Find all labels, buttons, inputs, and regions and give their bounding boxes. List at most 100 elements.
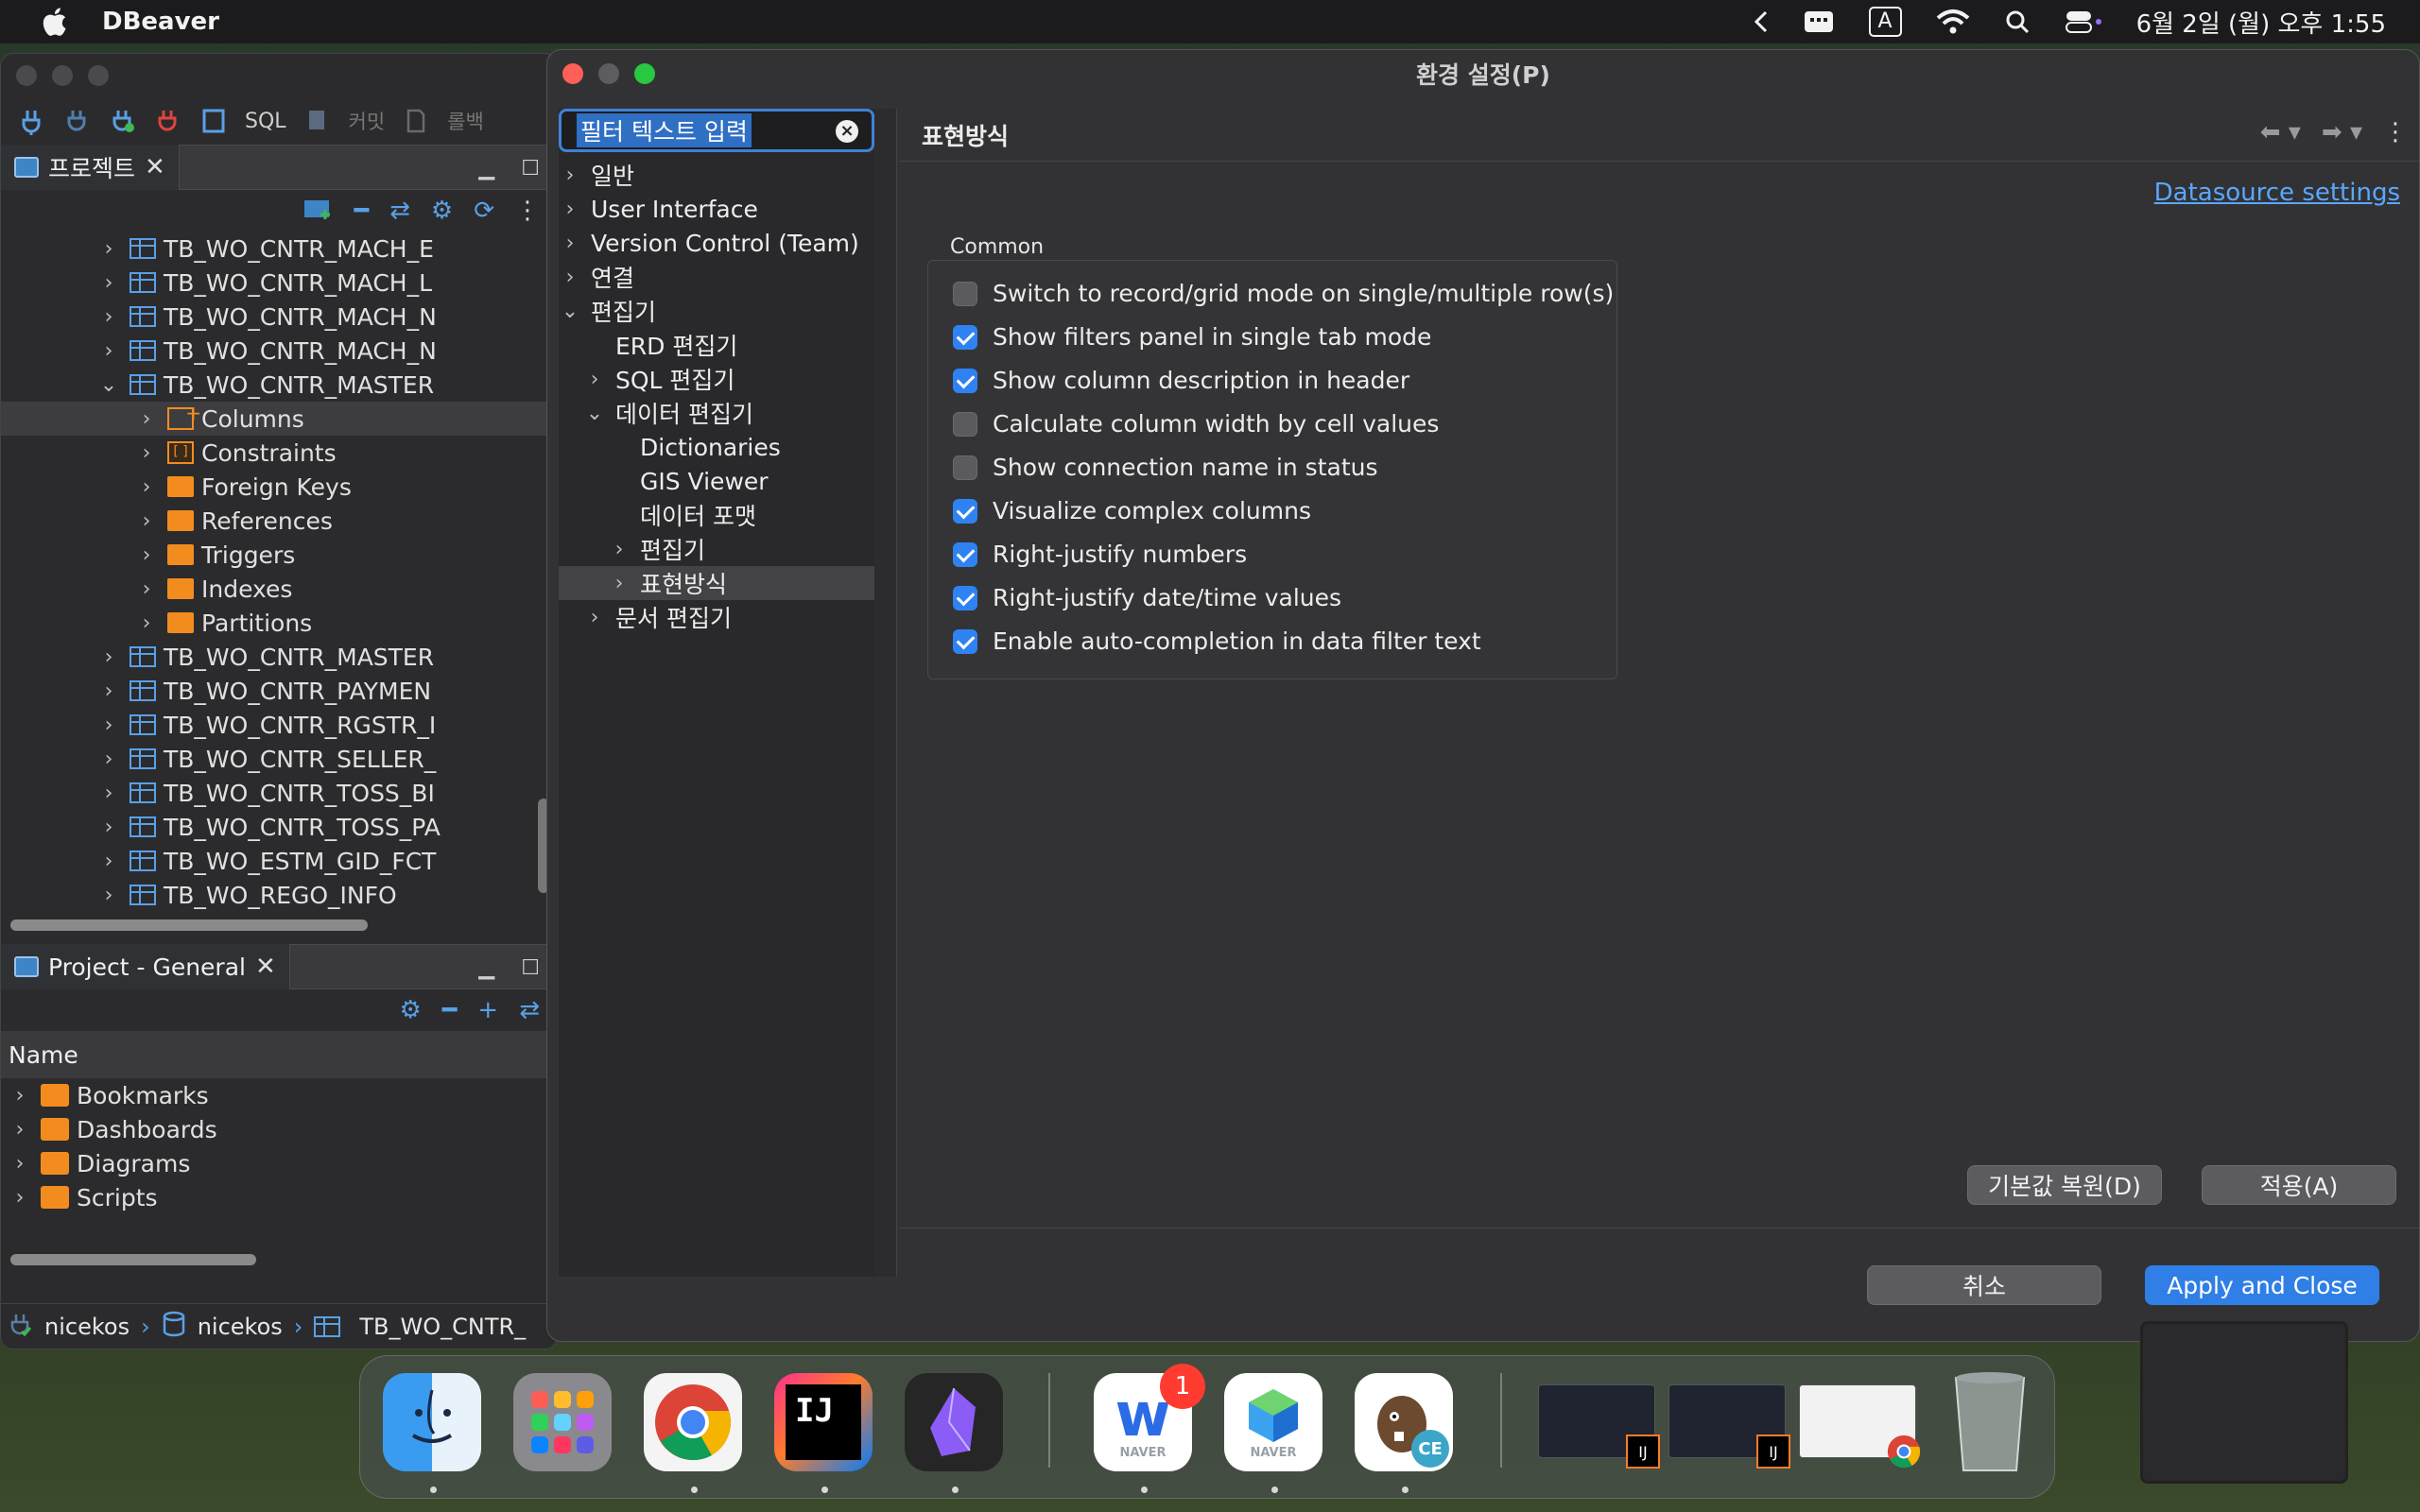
nav-item[interactable]: › 편집기: [559, 532, 874, 566]
option-label[interactable]: Right-justify numbers: [993, 541, 1247, 568]
chevron-down-icon[interactable]: ⌄: [559, 300, 581, 323]
option-row[interactable]: Show filters panel in single tab mode: [953, 323, 1431, 351]
chevron-right-icon[interactable]: ›: [99, 713, 118, 737]
back-arrow-icon[interactable]: ⬅ ▾: [2260, 118, 2301, 146]
tree-horizontal-scrollbar[interactable]: [1, 912, 557, 936]
tree-item[interactable]: › References: [1, 504, 557, 538]
cancel-button[interactable]: 취소: [1867, 1265, 2101, 1305]
tree-item[interactable]: ⌄ TB_WO_CNTR_MASTER: [1, 368, 557, 402]
clear-filter-icon[interactable]: ×: [836, 120, 858, 143]
tab-projects[interactable]: 프로젝트 ✕: [1, 145, 180, 190]
minimized-window-preview[interactable]: [2140, 1321, 2348, 1484]
chevron-right-icon[interactable]: ›: [10, 1152, 29, 1176]
chevron-right-icon[interactable]: ›: [10, 1084, 29, 1108]
chevron-right-icon[interactable]: ›: [559, 198, 581, 221]
chevron-right-icon[interactable]: ›: [137, 475, 156, 499]
option-checkbox[interactable]: [953, 368, 977, 393]
name-column-header[interactable]: Name: [1, 1031, 557, 1078]
tree-item[interactable]: › Partitions: [1, 606, 557, 640]
nav-item[interactable]: › 일반: [559, 158, 874, 192]
add-icon[interactable]: +: [477, 996, 498, 1024]
reconnect-icon[interactable]: [109, 107, 137, 135]
maximize-panel-icon[interactable]: ☐: [521, 157, 540, 180]
input-source-icon[interactable]: A: [1868, 7, 1902, 37]
tree-item[interactable]: › Columns: [1, 402, 557, 436]
tree-item[interactable]: › [ ] Constraints: [1, 436, 557, 470]
disconnect-icon[interactable]: [154, 107, 182, 135]
option-row[interactable]: Enable auto-completion in data filter te…: [953, 627, 1481, 655]
rollback-icon[interactable]: [402, 107, 430, 135]
commit-icon[interactable]: [303, 107, 332, 135]
breadcrumb-table[interactable]: TB_WO_CNTR_: [359, 1314, 526, 1340]
nav-item[interactable]: › 문서 편집기: [559, 600, 874, 634]
tree-item[interactable]: › TB_WO_CNTR_TOSS_BI: [1, 776, 557, 810]
option-row[interactable]: Calculate column width by cell values: [953, 410, 1439, 438]
tree-item[interactable]: › TB_WO_CNTR_MACH_L: [1, 266, 557, 300]
chevron-right-icon[interactable]: ›: [559, 163, 581, 187]
apply-and-close-button[interactable]: Apply and Close: [2145, 1265, 2379, 1305]
chevron-right-icon[interactable]: ›: [99, 645, 118, 669]
chevron-right-icon[interactable]: ›: [99, 782, 118, 805]
dbeaver-icon[interactable]: CE: [1355, 1373, 1453, 1471]
chevron-right-icon[interactable]: ›: [137, 577, 156, 601]
chevron-right-icon[interactable]: ›: [99, 884, 118, 907]
nav-item[interactable]: › 표현방식: [559, 566, 874, 600]
option-row[interactable]: Switch to record/grid mode on single/mul…: [953, 280, 1614, 307]
list-item[interactable]: › Diagrams: [1, 1146, 557, 1180]
intellij-icon[interactable]: IJ: [774, 1373, 873, 1471]
tree-item[interactable]: › TB_WO_CNTR_PAYMEN: [1, 674, 557, 708]
option-label[interactable]: Switch to record/grid mode on single/mul…: [993, 280, 1614, 307]
rollback-button[interactable]: 롤백: [447, 107, 484, 135]
naver-whale-icon[interactable]: NAVER: [1224, 1373, 1322, 1471]
option-checkbox[interactable]: [953, 455, 977, 480]
chevron-right-icon[interactable]: ›: [137, 509, 156, 533]
tree-item[interactable]: › TB_WO_CNTR_SELLER_: [1, 742, 557, 776]
launchpad-icon[interactable]: [513, 1373, 612, 1471]
chevron-right-icon[interactable]: ›: [99, 271, 118, 295]
chevron-right-icon[interactable]: ›: [10, 1118, 29, 1142]
tree-item[interactable]: › TB_WO_CNTR_MACH_N: [1, 300, 557, 334]
close-icon[interactable]: ✕: [255, 953, 276, 981]
chevron-right-icon[interactable]: ›: [137, 407, 156, 431]
window-thumbnail-intellij-2[interactable]: IJ: [1668, 1384, 1790, 1469]
chevron-left-icon[interactable]: [1754, 9, 1769, 34]
chevron-right-icon[interactable]: ›: [99, 305, 118, 329]
menu-extra-icon[interactable]: [1803, 9, 1835, 34]
nav-item[interactable]: ⌄ 데이터 편집기: [559, 396, 874, 430]
option-checkbox[interactable]: [953, 498, 977, 524]
option-checkbox[interactable]: [953, 411, 977, 437]
collapse-icon[interactable]: ━: [442, 996, 458, 1024]
option-label[interactable]: Enable auto-completion in data filter te…: [993, 627, 1481, 655]
tree-item[interactable]: › TB_WO_CNTR_MASTER: [1, 640, 557, 674]
tree-item[interactable]: › TB_WO_CNTR_RGSTR_I: [1, 708, 557, 742]
tab-project-general[interactable]: Project - General ✕: [1, 944, 290, 989]
configure-icon[interactable]: ⚙: [431, 197, 453, 225]
obsidian-icon[interactable]: [905, 1373, 1003, 1471]
apple-logo-icon[interactable]: [40, 7, 68, 37]
chevron-right-icon[interactable]: ›: [608, 538, 631, 561]
chevron-right-icon[interactable]: ›: [137, 543, 156, 567]
new-folder-icon[interactable]: [302, 195, 333, 228]
minimize-panel-icon[interactable]: ▁: [478, 956, 494, 980]
nav-item[interactable]: 데이터 포맷: [559, 498, 874, 532]
chevron-right-icon[interactable]: ›: [99, 816, 118, 839]
tree-item[interactable]: › TB_WO_ESTM_GID_FCT: [1, 844, 557, 878]
collapse-all-icon[interactable]: ━: [354, 197, 369, 225]
datasource-settings-link[interactable]: Datasource settings: [2154, 179, 2400, 207]
sync-icon[interactable]: ⟳: [474, 197, 494, 225]
apply-button[interactable]: 적용(A): [2202, 1165, 2396, 1205]
minimize-panel-icon[interactable]: ▁: [478, 157, 494, 180]
nav-item[interactable]: › Version Control (Team): [559, 226, 874, 260]
option-checkbox[interactable]: [953, 541, 977, 567]
close-window-button[interactable]: [16, 65, 37, 86]
option-label[interactable]: Right-justify date/time values: [993, 584, 1341, 611]
connect-icon[interactable]: [63, 107, 92, 135]
breadcrumb-database[interactable]: nicekos: [198, 1314, 283, 1340]
nav-item[interactable]: Dictionaries: [559, 430, 874, 464]
finder-icon[interactable]: [383, 1373, 481, 1471]
configure-icon[interactable]: ⚙: [399, 996, 421, 1024]
forward-arrow-icon[interactable]: ➡ ▾: [2322, 118, 2362, 146]
filter-input-text[interactable]: 필터 텍스트 입력: [577, 113, 752, 147]
tree-item[interactable]: › Indexes: [1, 572, 557, 606]
tree-item[interactable]: › TB_WO_CNTR_MACH_N: [1, 334, 557, 368]
